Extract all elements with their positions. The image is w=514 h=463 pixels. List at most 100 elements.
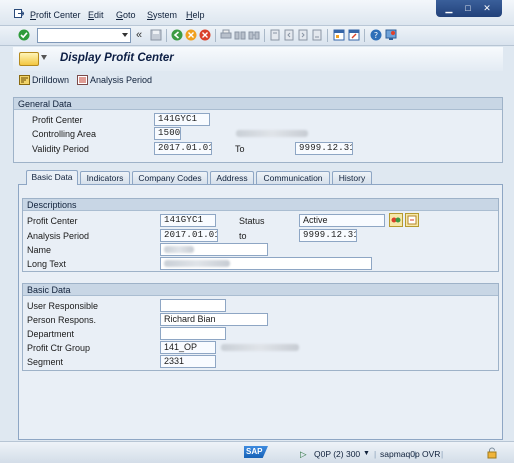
tab-company-codes[interactable]: Company Codes [132, 171, 208, 184]
group-title: Descriptions [23, 199, 498, 211]
group-title: Basic Data [23, 284, 498, 296]
user-responsible-field[interactable] [160, 299, 226, 312]
department-label: Department [27, 329, 75, 339]
department-field[interactable] [160, 327, 226, 340]
tab-address[interactable]: Address [210, 171, 254, 184]
collapse-command-icon[interactable]: « [136, 29, 148, 41]
toolbar-separator [166, 29, 167, 42]
customize-layout-icon[interactable] [385, 29, 397, 41]
analysis-period-label: Analysis Period [90, 75, 153, 85]
back-icon[interactable] [171, 29, 183, 41]
lock-icon[interactable] [487, 447, 497, 459]
redacted-text [236, 130, 308, 137]
toolbar-separator [215, 29, 216, 42]
status-separator: | [414, 449, 417, 459]
status-bar: SAP ▷ Q0P (2) 300 ▼ | sapmaq0p | OVR | [0, 441, 514, 463]
system-info: Q0P (2) 300 [314, 449, 361, 459]
drilldown-label: Drilldown [32, 75, 70, 85]
previous-page-icon[interactable] [283, 29, 295, 41]
help-icon[interactable]: ? [370, 29, 382, 41]
person-responsible-label: Person Respons. [27, 315, 97, 325]
tab-strip: Basic Data Indicators Company Codes Addr… [18, 170, 502, 185]
first-page-icon[interactable] [269, 29, 281, 41]
menu-goto[interactable]: Goto [116, 10, 136, 20]
group-title: General Data [14, 98, 502, 110]
drilldown-icon [19, 75, 30, 85]
toolbar-separator [364, 29, 365, 42]
validity-from-field[interactable]: 2017.01.01 [154, 142, 212, 155]
enter-check-icon[interactable] [18, 29, 30, 41]
toolbar-separator [264, 29, 265, 42]
menu-profit-center[interactable]: Profit Center [30, 10, 81, 20]
close-icon[interactable]: ✕ [481, 3, 493, 13]
next-page-icon[interactable] [297, 29, 309, 41]
menu-exit-icon[interactable] [14, 9, 24, 18]
menu-help[interactable]: Help [186, 10, 205, 20]
segment-label: Segment [27, 357, 64, 367]
long-text-label: Long Text [27, 259, 66, 269]
desc-profit-center-label: Profit Center [27, 216, 78, 226]
chevron-down-icon[interactable]: ▼ [363, 450, 370, 457]
page-title: Display Profit Center [60, 52, 174, 64]
drilldown-button[interactable]: Drilldown [19, 75, 69, 88]
find-icon[interactable] [234, 29, 246, 41]
save-icon[interactable] [150, 29, 162, 41]
tab-communication[interactable]: Communication [256, 171, 330, 184]
insert-mode: OVR [422, 449, 441, 459]
menu-edit[interactable]: Edit [88, 10, 104, 20]
maximize-icon[interactable]: □ [462, 3, 474, 13]
profit-ctr-group-label: Profit Ctr Group [27, 343, 91, 353]
validity-to-label: To [235, 144, 245, 154]
exit-icon[interactable] [185, 29, 197, 41]
chevron-down-icon[interactable] [41, 55, 47, 60]
new-session-icon[interactable] [333, 29, 345, 41]
validity-to-field[interactable]: 9999.12.31 [295, 142, 353, 155]
play-icon[interactable]: ▷ [300, 449, 307, 460]
basic-data-tab-panel: Descriptions Profit Center 141GYC1 Statu… [18, 184, 503, 440]
change-status-icon[interactable] [405, 213, 419, 227]
find-next-icon[interactable] [248, 29, 260, 41]
general-data-group: General Data Profit Center 141GYC1 Contr… [13, 97, 503, 163]
cancel-icon[interactable] [199, 29, 211, 41]
redacted-text [221, 344, 299, 351]
tab-basic-data[interactable]: Basic Data [26, 170, 78, 185]
person-responsible-field[interactable]: Richard Bian [160, 313, 268, 326]
status-separator: | [374, 449, 377, 459]
application-toolbar: Drilldown Analysis Period [13, 71, 503, 91]
long-text-field[interactable] [160, 257, 372, 270]
controlling-area-field[interactable]: 1500 [154, 127, 181, 140]
analysis-period-label: Analysis Period [27, 231, 90, 241]
analysis-from-field[interactable]: 2017.01.01 [160, 229, 218, 242]
system-menu-icon[interactable] [19, 52, 39, 66]
profit-center-field[interactable]: 141GYC1 [154, 113, 210, 126]
controlling-area-label: Controlling Area [32, 129, 97, 139]
standard-toolbar: « ? [0, 26, 514, 46]
name-field[interactable] [160, 243, 268, 256]
command-input[interactable] [38, 29, 118, 42]
title-bar: Display Profit Center [13, 47, 503, 71]
basic-data-group: Basic Data User Responsible Person Respo… [22, 283, 499, 371]
activate-icon[interactable] [389, 213, 403, 227]
last-page-icon[interactable] [311, 29, 323, 41]
minimize-icon[interactable]: ▁ [443, 3, 455, 13]
status-label: Status [239, 216, 265, 226]
command-field[interactable] [37, 28, 131, 43]
print-icon[interactable] [220, 29, 232, 41]
profit-ctr-group-field[interactable]: 141_OP [160, 341, 216, 354]
menu-system[interactable]: System [147, 10, 177, 20]
window-controls: ▁ □ ✕ [436, 0, 502, 17]
analysis-to-field[interactable]: 9999.12.31 [299, 229, 357, 242]
shortcut-icon[interactable] [348, 29, 360, 41]
toolbar-separator [327, 29, 328, 42]
menu-bar: Profit Center Edit Goto System Help ▁ □ … [0, 0, 514, 26]
desc-profit-center-field[interactable]: 141GYC1 [160, 214, 216, 227]
descriptions-group: Descriptions Profit Center 141GYC1 Statu… [22, 198, 499, 272]
name-label: Name [27, 245, 52, 255]
segment-field[interactable]: 2331 [160, 355, 216, 368]
tab-indicators[interactable]: Indicators [80, 171, 130, 184]
analysis-period-button[interactable]: Analysis Period [77, 75, 152, 88]
tab-history[interactable]: History [332, 171, 372, 184]
analysis-to-label: to [239, 231, 247, 241]
chevron-down-icon[interactable] [122, 33, 128, 37]
status-field[interactable]: Active [299, 214, 385, 227]
